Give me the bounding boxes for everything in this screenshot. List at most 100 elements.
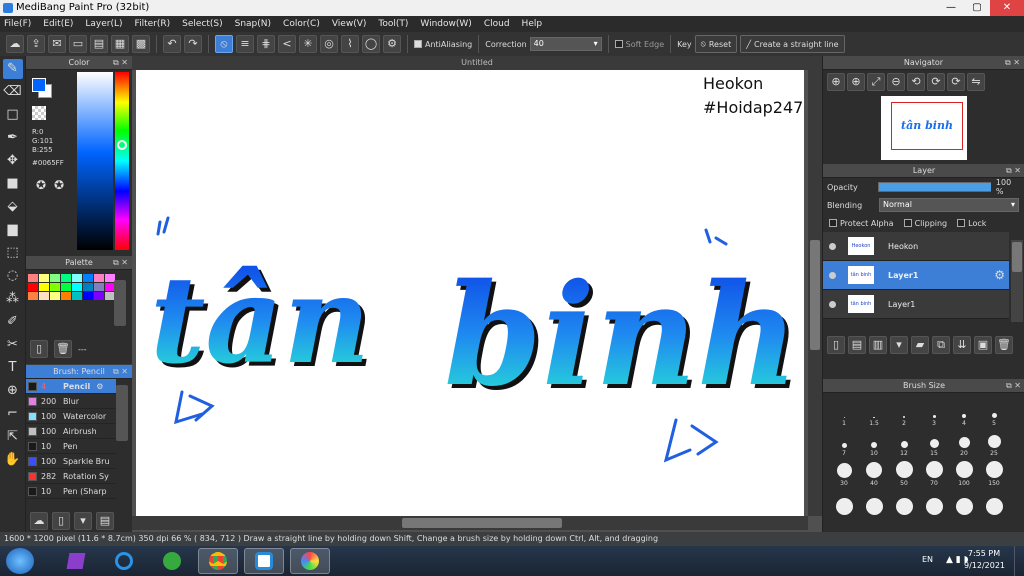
duplicate-layer-icon[interactable]: ⧉: [932, 336, 950, 354]
move-tool-icon[interactable]: ✥: [3, 151, 23, 171]
new-palette-icon[interactable]: ▯: [30, 340, 48, 358]
operation-tool-icon[interactable]: ⇱: [3, 427, 23, 447]
palette-swatch[interactable]: [39, 283, 49, 291]
menu-layer[interactable]: Layer(L): [85, 19, 122, 29]
brush-size-cell[interactable]: 30: [829, 457, 859, 487]
layer-row[interactable]: tân binh Layer1 ⚙: [823, 261, 1009, 290]
comment-icon[interactable]: ▭: [69, 35, 87, 53]
brush-settings-icon[interactable]: ▤: [96, 512, 114, 530]
brush-item[interactable]: 100 Sparkle Bru: [26, 454, 116, 469]
lock-checkbox[interactable]: Lock: [957, 219, 986, 228]
antialiasing-checkbox[interactable]: AntiAliasing: [414, 40, 472, 49]
magic-wand-icon[interactable]: ⁂: [3, 289, 23, 309]
palette-swatch[interactable]: [50, 274, 60, 282]
share-icon[interactable]: ⇪: [27, 35, 45, 53]
eyedropper-icon[interactable]: ⌐: [3, 404, 23, 424]
zoom-icon[interactable]: ⊕: [847, 73, 865, 91]
soft-edge-checkbox[interactable]: Soft Edge: [614, 40, 664, 49]
brush-item[interactable]: 282 Rotation Sy: [26, 469, 116, 484]
brush-item[interactable]: 100 Watercolor: [26, 409, 116, 424]
palette-swatch[interactable]: [72, 274, 82, 282]
menu-color[interactable]: Color(C): [283, 19, 320, 29]
select-pen-icon[interactable]: ✐: [3, 312, 23, 332]
drawing-canvas[interactable]: Heokon #Hoidap247 tân tân binh binh: [136, 70, 804, 516]
brush-size-cell[interactable]: [949, 487, 979, 517]
palette-swatch[interactable]: [39, 292, 49, 300]
eraser-tool-icon[interactable]: ⌫: [3, 82, 23, 102]
minimize-button[interactable]: —: [938, 0, 964, 16]
new-8bit-layer-icon[interactable]: ▥: [869, 336, 887, 354]
parallel-snap-icon[interactable]: ≡: [236, 35, 254, 53]
brush-size-cell[interactable]: 12: [889, 427, 919, 457]
ellipse-snap-icon[interactable]: ◯: [362, 35, 380, 53]
medibang-icon[interactable]: [244, 548, 284, 574]
transparent-color-swatch[interactable]: [32, 106, 46, 120]
radial-snap-icon[interactable]: ✳: [299, 35, 317, 53]
folder-icon[interactable]: ▰: [911, 336, 929, 354]
brush-size-cell[interactable]: [859, 487, 889, 517]
hand-tool-icon[interactable]: ✋: [3, 450, 23, 470]
brush-menu-icon[interactable]: ▾: [74, 512, 92, 530]
redo-icon[interactable]: ↷: [184, 35, 202, 53]
divide-tool-icon[interactable]: ⊕: [3, 381, 23, 401]
brush-size-cell[interactable]: 100: [949, 457, 979, 487]
curve-snap-icon[interactable]: ⌇: [341, 35, 359, 53]
brush-size-cell[interactable]: 10: [859, 427, 889, 457]
layer-list-scrollbar[interactable]: [1011, 240, 1023, 322]
menu-snap[interactable]: Snap(N): [235, 19, 271, 29]
foreground-color-swatch[interactable]: [32, 78, 46, 92]
panel-close-icon[interactable]: ⧉ ✕: [1006, 164, 1021, 178]
brush-size-cell[interactable]: 20: [949, 427, 979, 457]
layer-add-menu-icon[interactable]: ▾: [890, 336, 908, 354]
close-button[interactable]: ✕: [990, 0, 1024, 16]
palette-swatch[interactable]: [50, 283, 60, 291]
brush-size-cell[interactable]: 5: [979, 397, 1009, 427]
file-icon[interactable]: ▤: [90, 35, 108, 53]
start-button[interactable]: [6, 548, 34, 574]
hue-handle[interactable]: [117, 140, 127, 150]
brush-size-cell[interactable]: 2: [889, 397, 919, 427]
palette-swatch[interactable]: [50, 292, 60, 300]
lasso-tool-icon[interactable]: ◌: [3, 266, 23, 286]
zoom-in-icon[interactable]: ⊕: [827, 73, 845, 91]
bucket-tool-icon[interactable]: ⬙: [3, 197, 23, 217]
chat-icon[interactable]: ✉: [48, 35, 66, 53]
brush-item[interactable]: 200 Blur: [26, 394, 116, 409]
palette-swatch[interactable]: [61, 274, 71, 282]
layer-settings-gear-icon[interactable]: ⚙: [994, 268, 1005, 282]
brush-size-cell[interactable]: 150: [979, 457, 1009, 487]
brush-settings-gear-icon[interactable]: ⚙: [96, 382, 103, 391]
menu-filter[interactable]: Filter(R): [135, 19, 171, 29]
brush-size-cell[interactable]: 50: [889, 457, 919, 487]
canvas-tab[interactable]: Untitled: [132, 56, 822, 70]
merge-layer-icon[interactable]: ⇊: [953, 336, 971, 354]
color-wheel-icon[interactable]: ✪: [36, 178, 46, 192]
panel-close-icon[interactable]: ⧉ ✕: [113, 256, 128, 270]
text-tool-icon[interactable]: T: [3, 358, 23, 378]
panel-close-icon[interactable]: ⧉ ✕: [1006, 379, 1021, 393]
gradient-tool-icon[interactable]: ▆: [3, 220, 23, 240]
reset-button[interactable]: ⦸ Reset: [694, 35, 738, 53]
menu-tool[interactable]: Tool(T): [378, 19, 408, 29]
palette-scrollbar[interactable]: [114, 280, 126, 326]
rotate-reset-icon[interactable]: ⟳: [927, 73, 945, 91]
correction-select[interactable]: 40: [529, 37, 602, 51]
clock[interactable]: 7:55 PM 9/12/2021: [964, 548, 1005, 572]
color-set-icon[interactable]: ✪: [54, 178, 64, 192]
palette-swatch[interactable]: [83, 274, 93, 282]
layer-visibility-icon[interactable]: [829, 271, 836, 279]
brush-add-icon[interactable]: ▯: [52, 512, 70, 530]
new-layer-icon[interactable]: ▯: [827, 336, 845, 354]
language-indicator[interactable]: EN: [922, 555, 933, 564]
brush-size-cell[interactable]: 15: [919, 427, 949, 457]
palette-swatch[interactable]: [83, 283, 93, 291]
flip-icon[interactable]: ⇋: [967, 73, 985, 91]
brush-size-cell[interactable]: 7: [829, 427, 859, 457]
vanishing-snap-icon[interactable]: <: [278, 35, 296, 53]
select-eraser-icon[interactable]: ✂: [3, 335, 23, 355]
brush-size-cell[interactable]: [829, 487, 859, 517]
brush-size-cell[interactable]: [979, 487, 1009, 517]
delete-layer-icon[interactable]: 🗑: [995, 336, 1013, 354]
palette-swatch[interactable]: [72, 292, 82, 300]
palette-swatch[interactable]: [94, 274, 104, 282]
